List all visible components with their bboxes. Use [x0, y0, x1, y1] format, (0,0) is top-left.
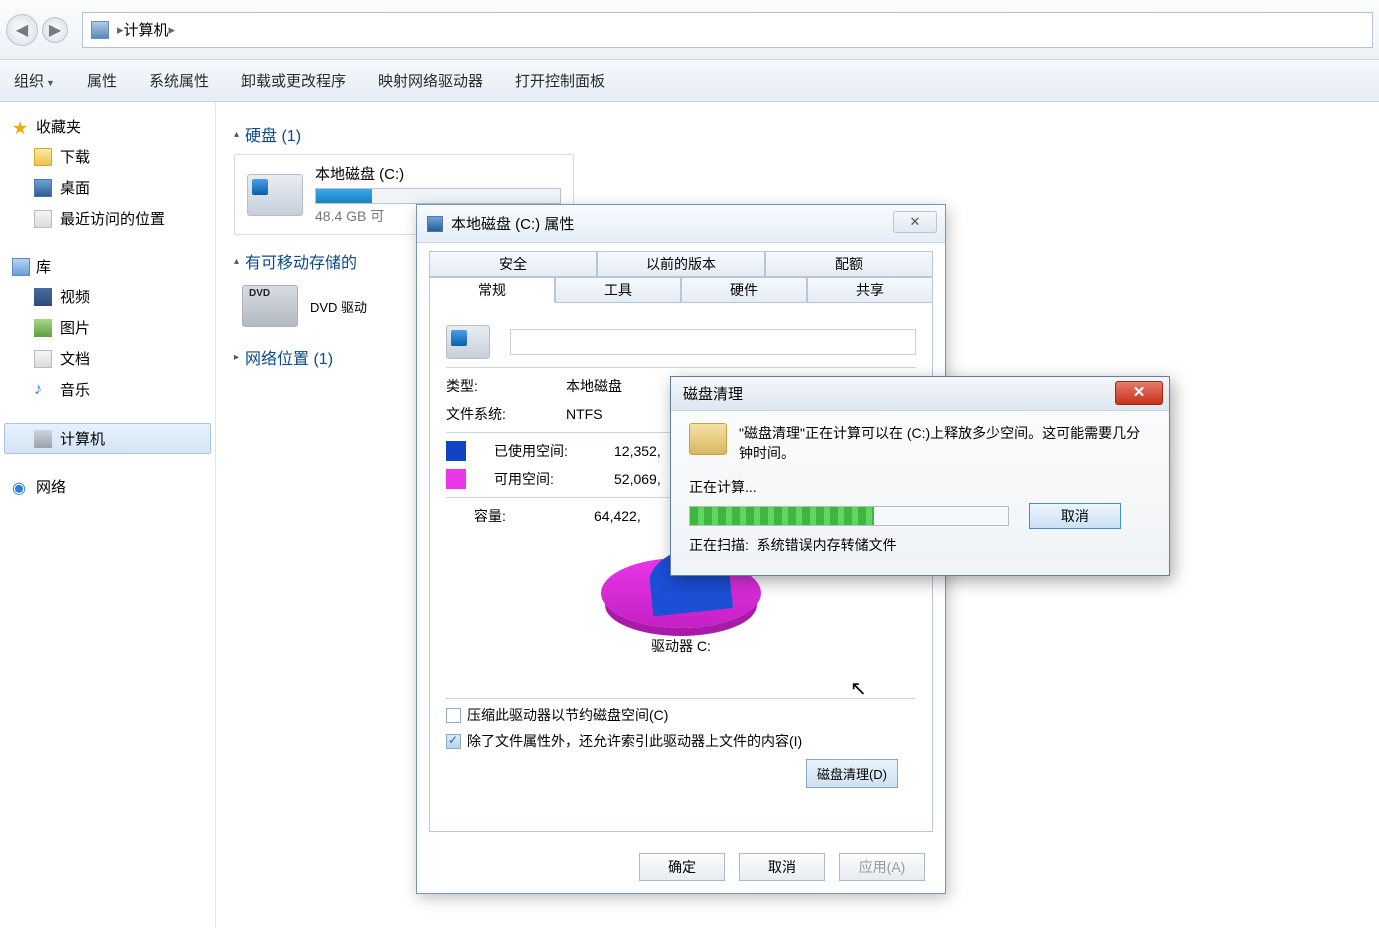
dialog-title: 本地磁盘 (C:) 属性	[451, 213, 574, 234]
free-value: 52,069,	[614, 471, 661, 487]
tab-tools[interactable]: 工具	[555, 277, 681, 303]
document-icon	[34, 350, 52, 368]
scanning-label: 正在扫描:	[689, 537, 749, 553]
dvd-icon	[242, 285, 298, 327]
drive-label-input[interactable]	[510, 329, 916, 355]
tab-hardware[interactable]: 硬件	[681, 277, 807, 303]
cleanup-message: "磁盘清理"正在计算可以在 (C:)上释放多少空间。这可能需要几分钟时间。	[739, 423, 1151, 463]
filesystem-label: 文件系统:	[446, 404, 546, 424]
toolbar: 组织▼ 属性 系统属性 卸载或更改程序 映射网络驱动器 打开控制面板	[0, 60, 1379, 102]
network-icon: ◉	[12, 478, 30, 496]
drive-dvd[interactable]: DVD 驱动	[234, 281, 375, 331]
type-value: 本地磁盘	[566, 376, 622, 396]
picture-icon	[34, 319, 52, 337]
dialog-titlebar[interactable]: 本地磁盘 (C:) 属性 ✕	[417, 205, 945, 243]
toolbar-organize[interactable]: 组织▼	[14, 70, 55, 91]
free-color-swatch	[446, 469, 466, 489]
dialog-titlebar[interactable]: 磁盘清理 ✕	[671, 377, 1169, 411]
cancel-button[interactable]: 取消	[739, 853, 825, 881]
filesystem-value: NTFS	[566, 406, 603, 422]
collapse-icon: ▴	[234, 129, 239, 140]
cancel-button[interactable]: 取消	[1029, 503, 1121, 529]
computer-icon	[34, 430, 52, 448]
sidebar-libraries[interactable]: 库	[4, 252, 211, 281]
drive-name: 本地磁盘 (C:)	[315, 163, 561, 184]
music-icon: ♪	[34, 381, 52, 399]
sidebar: ★收藏夹 下载 桌面 最近访问的位置 库 视频 图片 文档 ♪音乐 计算机 ◉网…	[0, 102, 216, 928]
tabs-row-bottom: 常规 工具 硬件 共享	[429, 277, 933, 303]
sidebar-documents[interactable]: 文档	[4, 343, 211, 374]
expand-icon: ▸	[234, 352, 239, 363]
calculating-label: 正在计算...	[689, 477, 1151, 497]
sidebar-recent[interactable]: 最近访问的位置	[4, 203, 211, 234]
drive-name: DVD 驱动	[310, 297, 367, 316]
sidebar-video[interactable]: 视频	[4, 281, 211, 312]
sidebar-downloads[interactable]: 下载	[4, 141, 211, 172]
group-hdd[interactable]: ▴硬盘 (1)	[234, 122, 1361, 146]
collapse-icon: ▴	[234, 256, 239, 267]
toolbar-uninstall[interactable]: 卸载或更改程序	[241, 70, 346, 91]
close-button[interactable]: ✕	[893, 211, 937, 233]
sidebar-pictures[interactable]: 图片	[4, 312, 211, 343]
index-checkbox-row[interactable]: 除了文件属性外，还允许索引此驱动器上文件的内容(I)	[446, 731, 916, 751]
sidebar-computer[interactable]: 计算机	[4, 423, 211, 454]
tab-sharing[interactable]: 共享	[807, 277, 933, 303]
cleanup-icon	[689, 423, 727, 455]
type-label: 类型:	[446, 376, 546, 396]
drive-icon	[446, 325, 490, 359]
apply-button[interactable]: 应用(A)	[839, 853, 925, 881]
toolbar-control-panel[interactable]: 打开控制面板	[515, 70, 605, 91]
toolbar-map-drive[interactable]: 映射网络驱动器	[378, 70, 483, 91]
drive-letter-label: 驱动器 C:	[446, 636, 916, 656]
progress-bar	[689, 506, 1009, 526]
compress-checkbox-row[interactable]: 压缩此驱动器以节约磁盘空间(C)	[446, 705, 916, 725]
tab-previous-versions[interactable]: 以前的版本	[597, 251, 765, 277]
close-button[interactable]: ✕	[1115, 381, 1163, 405]
scanning-value: 系统错误内存转储文件	[757, 537, 897, 553]
ok-button[interactable]: 确定	[639, 853, 725, 881]
nav-forward-button[interactable]: ▶	[42, 17, 68, 43]
desktop-icon	[34, 179, 52, 197]
toolbar-system-properties[interactable]: 系统属性	[149, 70, 209, 91]
checkbox-icon[interactable]	[446, 708, 461, 723]
toolbar-properties[interactable]: 属性	[87, 70, 117, 91]
library-icon	[12, 258, 30, 276]
tabs-row-top: 安全 以前的版本 配额	[429, 251, 933, 277]
used-value: 12,352,	[614, 443, 661, 459]
address-bar-row: ◀ ▶ ▸ 计算机 ▸	[0, 0, 1379, 60]
sidebar-network[interactable]: ◉网络	[4, 472, 211, 501]
tab-quota[interactable]: 配额	[765, 251, 933, 277]
dialog-title: 磁盘清理	[683, 383, 743, 404]
drive-icon	[247, 174, 303, 216]
tab-security[interactable]: 安全	[429, 251, 597, 277]
free-label: 可用空间:	[494, 469, 594, 489]
dialog-buttons: 确定 取消 应用(A)	[639, 853, 925, 881]
folder-icon	[34, 148, 52, 166]
disk-cleanup-dialog: 磁盘清理 ✕ "磁盘清理"正在计算可以在 (C:)上释放多少空间。这可能需要几分…	[670, 376, 1170, 576]
video-icon	[34, 288, 52, 306]
sidebar-favorites[interactable]: ★收藏夹	[4, 112, 211, 141]
star-icon: ★	[12, 118, 30, 136]
disk-cleanup-button[interactable]: 磁盘清理(D)	[806, 759, 898, 788]
recent-icon	[34, 210, 52, 228]
checkbox-checked-icon[interactable]	[446, 734, 461, 749]
tab-general[interactable]: 常规	[429, 277, 555, 303]
used-color-swatch	[446, 441, 466, 461]
nav-back-button[interactable]: ◀	[6, 14, 38, 46]
sidebar-music[interactable]: ♪音乐	[4, 374, 211, 405]
drive-usage-bar	[315, 188, 561, 204]
used-label: 已使用空间:	[494, 441, 594, 461]
breadcrumb-segment[interactable]: 计算机	[124, 19, 169, 40]
address-bar[interactable]: ▸ 计算机 ▸	[82, 12, 1373, 48]
capacity-label: 容量:	[474, 506, 574, 526]
computer-icon	[91, 21, 109, 39]
capacity-value: 64,422,	[594, 508, 641, 524]
chevron-right-icon: ▸	[169, 22, 176, 38]
drive-icon	[427, 216, 443, 232]
sidebar-desktop[interactable]: 桌面	[4, 172, 211, 203]
